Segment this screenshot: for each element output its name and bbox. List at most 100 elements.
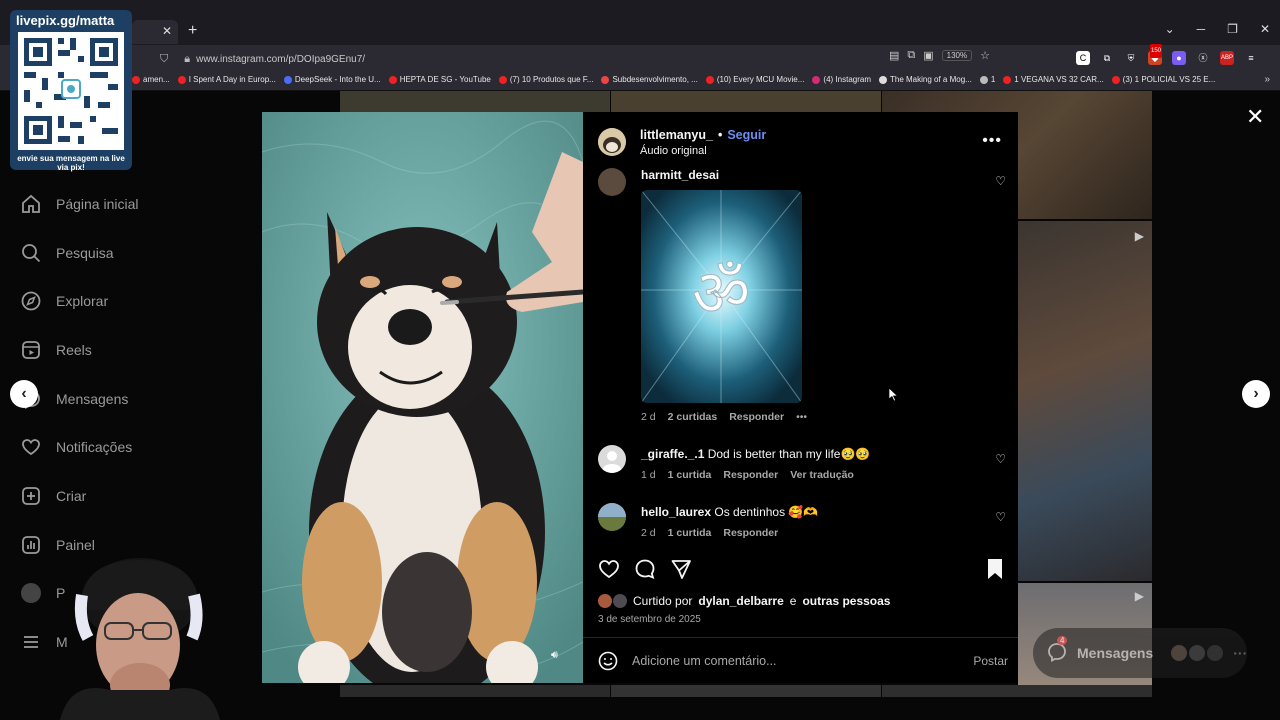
comment-more-icon[interactable]: ••• [796,411,807,423]
bookmark-item[interactable]: I Spent A Day in Europ... [177,75,276,84]
avatar[interactable] [613,594,627,608]
tab-list-chevron-icon[interactable]: ⌄ [1165,22,1175,36]
bookmark-item[interactable]: HEPTA DE SG - YouTube [388,75,491,84]
comment-bubble-icon[interactable] [634,558,656,580]
bookmarks-overflow-icon[interactable]: » [1264,74,1270,85]
qr-code-image [18,32,124,150]
separator-dot: • [717,128,723,142]
url-text[interactable]: www.instagram.com/p/DOIpa9GEnu7/ [196,54,365,65]
sidebar-item-explore[interactable]: Explorar [20,290,108,312]
sidebar-item-search[interactable]: Pesquisa [20,242,114,264]
close-post-icon[interactable]: ✕ [1246,104,1264,130]
screen: ✕ + ⌄ ─ ❐ ✕ ⛉ 🔒︎ www.instagram.com/p/DOI… [0,0,1280,720]
extension-c-icon[interactable]: C [1076,51,1090,65]
post-date[interactable]: 3 de setembro de 2025 [598,614,701,625]
abp-icon[interactable]: ABP [1220,51,1234,65]
bookmark-favicon-icon [132,75,140,84]
bookmark-item[interactable]: (4) Instagram [812,75,871,84]
bookmark-item[interactable]: 1 VEGANA VS 32 CAR... [1003,75,1104,84]
zoom-level[interactable]: 130% [941,50,973,61]
comment-image-om[interactable]: ॐ [641,190,802,403]
post-actions [598,558,692,580]
previous-post-button[interactable]: ‹ [10,380,38,408]
reply-button[interactable]: Responder [723,469,778,481]
comment-username[interactable]: hello_laurex [641,505,711,519]
bookmark-item[interactable]: (3) 1 POLICIAL VS 25 E... [1111,75,1215,84]
comment-likes[interactable]: 1 curtida [668,469,712,481]
reply-button[interactable]: Responder [729,411,784,423]
bookmark-label: (10) Every MCU Movie... [716,75,805,84]
bookmark-item[interactable]: 1 [979,75,995,84]
comment-input[interactable] [632,654,974,668]
like-heart-icon[interactable] [598,558,620,580]
bookmark-favicon-icon [812,75,821,84]
comment-like-heart-icon[interactable]: ♡ [995,174,1006,188]
bookmark-item[interactable]: (7) 10 Produtos que F... [498,75,593,84]
comment-likes[interactable]: 1 curtida [668,527,712,539]
tracking-protection-icon[interactable]: ⛉ [160,53,168,66]
sidebar-item-create[interactable]: Criar [20,485,86,507]
messages-pill[interactable]: 4 Mensagens ··· [1033,628,1247,678]
pip-icon[interactable]: ⧉ [907,49,915,62]
sidebar-item-notifications[interactable]: Notificações [20,436,132,458]
translate-button[interactable]: Ver tradução [790,469,854,481]
comment-username[interactable]: harmitt_desai [641,168,719,182]
screenshot-icon[interactable]: ▣ [923,49,933,62]
author-avatar[interactable] [598,128,626,156]
reader-view-icon[interactable]: ▤ [889,49,899,62]
follow-button[interactable]: Seguir [727,128,766,142]
bookmark-favicon-icon [1003,75,1012,84]
close-window-icon[interactable]: ✕ [1260,22,1270,36]
heart-icon [20,436,42,458]
comment-avatar[interactable] [598,445,626,473]
app-menu-icon[interactable]: ≡ [1244,51,1258,65]
next-post-button[interactable]: › [1242,380,1270,408]
author-username[interactable]: littlemanyu_ [640,128,713,142]
liked-by-others[interactable]: outras pessoas [802,594,890,608]
bookmark-item[interactable]: DeepSeek - Into the U... [283,75,381,84]
bookmark-item[interactable]: The Making of a Mog... [879,75,972,84]
shield-icon[interactable]: ⛨ [1124,51,1138,65]
address-bar[interactable]: ⛉ 🔒︎ www.instagram.com/p/DOIpa9GEnu7/ ▤ … [150,48,1000,70]
emoji-icon[interactable] [598,651,618,671]
minimize-icon[interactable]: ─ [1197,22,1206,36]
audio-toggle-icon[interactable]: 🔊︎ [551,649,569,667]
comment-like-heart-icon[interactable]: ♡ [995,452,1006,466]
bookmark-star-icon[interactable]: ☆ [980,49,990,62]
liked-by-prefix: Curtido por [633,594,693,608]
audio-label[interactable]: Áudio original [640,145,707,157]
new-tab-icon[interactable]: + [188,22,197,40]
adblock-icon[interactable]: 150 ◆ [1148,44,1163,65]
extensions-puzzle-icon[interactable]: ⧉ [1100,51,1114,65]
sidebar-item-label: Reels [56,342,92,358]
lock-icon[interactable]: 🔒︎ [184,53,190,66]
share-send-icon[interactable] [670,558,692,580]
extension-purple-icon[interactable]: ● [1172,51,1186,65]
tab-close-icon[interactable]: ✕ [162,24,172,38]
sidebar-item-label: Notificações [56,439,133,455]
comment-avatar[interactable] [598,503,626,531]
comment-like-heart-icon[interactable]: ♡ [995,510,1006,524]
comment-time: 1 d [641,469,656,481]
browser-tab[interactable]: ✕ [132,20,178,44]
sidebar-item-home[interactable]: Página inicial [20,193,139,215]
liked-by-user[interactable]: dylan_delbarre [698,594,783,608]
more-options-icon[interactable]: ••• [982,132,1002,150]
comment-username[interactable]: _giraffe._.1 [641,447,704,461]
plus-square-icon [20,485,42,507]
comment-avatar[interactable] [598,168,626,196]
bookmark-item[interactable]: amen... [132,75,170,84]
sidebar-item-reels[interactable]: Reels [20,339,92,361]
avatar[interactable] [598,594,612,608]
sidebar-item-label: Pesquisa [56,245,114,261]
bookmark-item[interactable]: (10) Every MCU Movie... [705,75,805,84]
post-comment-button[interactable]: Postar [973,654,1008,668]
post-video[interactable]: 🔊︎ [262,112,583,683]
extension-translate-icon[interactable]: ⓧ [1196,51,1210,65]
restore-icon[interactable]: ❐ [1227,22,1238,36]
reply-button[interactable]: Responder [723,527,778,539]
comment-likes[interactable]: 2 curtidas [668,411,718,423]
bookmark-item[interactable]: Subdesenvolvimento, ... [601,75,698,84]
save-bookmark-icon[interactable] [986,558,1004,580]
browser-titlebar: ✕ + ⌄ ─ ❐ ✕ [0,0,1280,45]
